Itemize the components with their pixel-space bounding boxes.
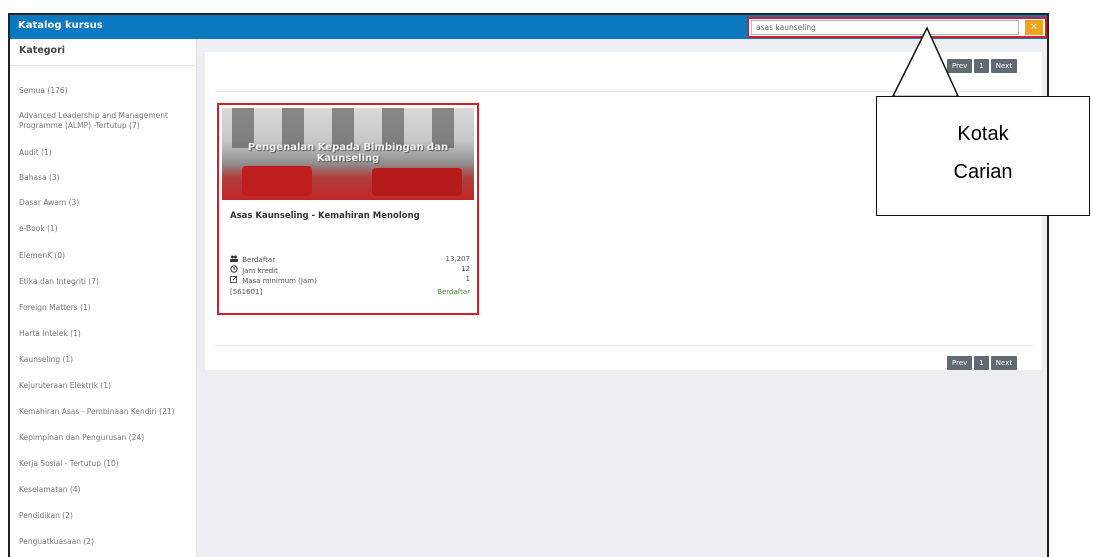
annotation-callout: Kotak Carian — [876, 96, 1090, 216]
callout-line-2: Carian — [953, 161, 1013, 183]
callout-line-1: Kotak — [957, 123, 1009, 145]
callout-pointer — [891, 26, 960, 99]
